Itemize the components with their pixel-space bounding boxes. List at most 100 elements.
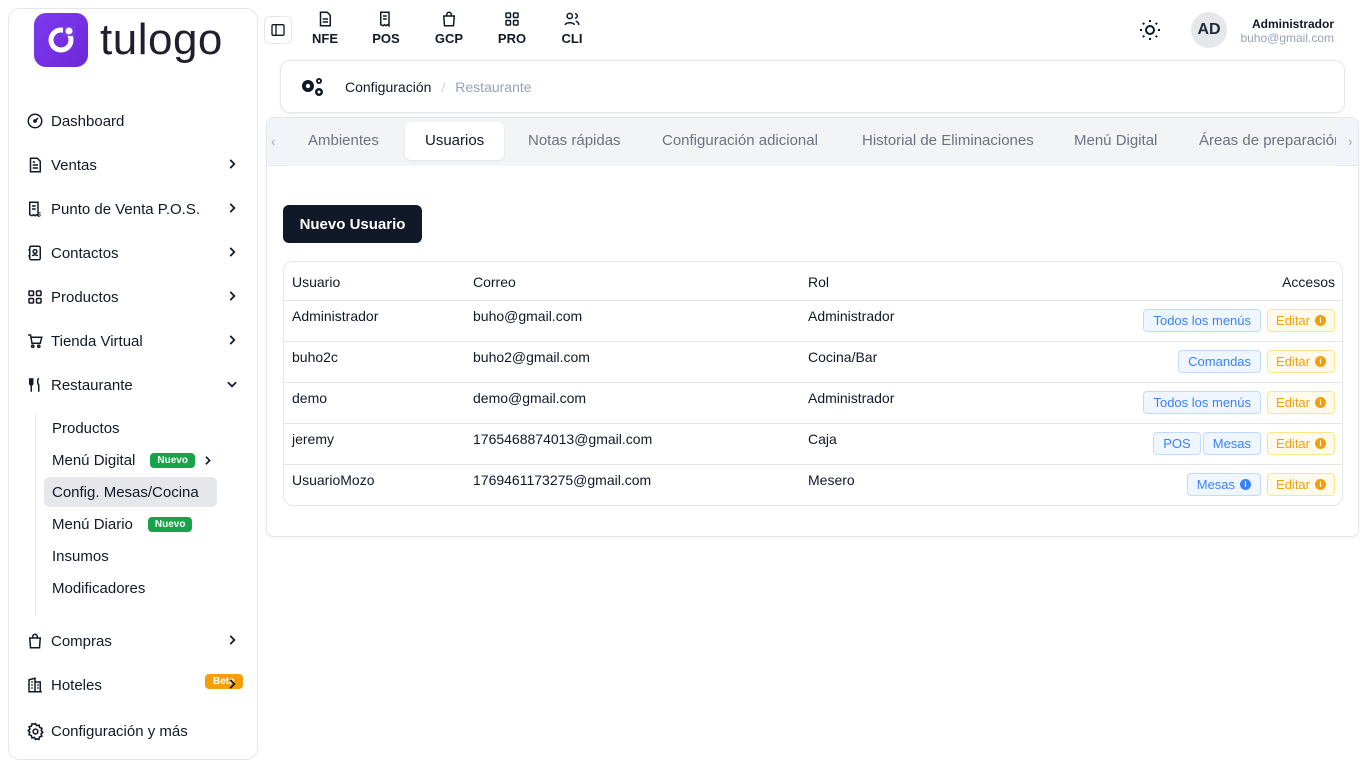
cell-accesos: Todos los menús Editar i xyxy=(1143,309,1335,332)
cell-correo: 1765468874013@gmail.com xyxy=(473,431,653,447)
submenu-item-config-mesas[interactable]: Config. Mesas/Cocina xyxy=(44,477,217,507)
receipt-icon xyxy=(380,11,390,28)
sidebar-item-ventas[interactable]: Ventas xyxy=(25,147,249,183)
sun-icon xyxy=(1140,20,1160,40)
sidebar-item-compras[interactable]: Compras xyxy=(25,623,249,659)
tab-scroll-right-icon[interactable]: › xyxy=(1348,134,1352,149)
tab-scroll-left-icon[interactable]: ‹ xyxy=(271,134,275,149)
submenu-item-label: Insumos xyxy=(52,547,109,565)
access-pill[interactable]: Comandas xyxy=(1178,350,1262,373)
access-pill[interactable]: Todos los menús xyxy=(1143,391,1262,414)
cell-accesos: POS Mesas Editar i xyxy=(1153,432,1335,455)
table-row: jeremy 1765468874013@gmail.com Caja POS … xyxy=(284,423,1342,464)
users-table: Usuario Correo Rol Accesos Administrador… xyxy=(283,261,1343,506)
sidebar-item-label: Dashboard xyxy=(51,112,125,130)
file-icon xyxy=(319,11,331,27)
cell-accesos: Comandas Editar i xyxy=(1178,350,1335,373)
info-icon: i xyxy=(1315,397,1326,408)
access-pill[interactable]: Todos los menús xyxy=(1143,309,1262,332)
info-icon: i xyxy=(1240,479,1252,490)
cart-icon xyxy=(25,331,45,351)
sidebar-item-tienda-virtual[interactable]: Tienda Virtual xyxy=(25,323,249,359)
theme-toggle-button[interactable] xyxy=(1138,18,1162,42)
submenu-item-menu-diario[interactable]: Menú Diario Nuevo xyxy=(44,509,193,539)
chevron-right-icon xyxy=(225,289,239,303)
cell-correo: buho2@gmail.com xyxy=(473,349,590,365)
edit-button[interactable]: Editar i xyxy=(1267,391,1335,414)
tab-areas-preparacion[interactable]: Áreas de preparación xyxy=(1179,122,1336,160)
topnav-pro[interactable]: PRO xyxy=(490,10,534,46)
info-icon: i xyxy=(1315,438,1326,449)
table-row: buho2c buho2@gmail.com Cocina/Bar Comand… xyxy=(284,341,1342,382)
gears-icon xyxy=(299,76,325,98)
sidebar-item-label: Compras xyxy=(51,632,112,650)
tab-ambientes[interactable]: Ambientes xyxy=(288,122,399,160)
topnav-nfe[interactable]: NFE xyxy=(303,10,347,46)
sidebar-item-restaurante[interactable]: Restaurante xyxy=(25,367,249,403)
sidebar-toggle-button[interactable] xyxy=(264,16,292,44)
logo-icon xyxy=(34,13,88,67)
sidebar-item-hoteles[interactable]: Hoteles Beta xyxy=(25,667,249,703)
cell-usuario: Administrador xyxy=(292,308,379,324)
cell-rol: Administrador xyxy=(808,308,895,324)
cell-rol: Cocina/Bar xyxy=(808,349,878,365)
topnav-pos[interactable]: POS xyxy=(364,10,408,46)
sidebar-item-productos[interactable]: Productos xyxy=(25,279,249,315)
breadcrumb-parent[interactable]: Configuración xyxy=(345,79,431,95)
column-header-rol: Rol xyxy=(808,274,830,290)
edit-button[interactable]: Editar i xyxy=(1267,473,1335,496)
brand-logo[interactable]: tulogo xyxy=(34,13,223,67)
cell-usuario: UsuarioMozo xyxy=(292,472,375,488)
bag-icon xyxy=(442,11,456,27)
edit-label: Editar xyxy=(1276,395,1310,410)
edit-button[interactable]: Editar i xyxy=(1267,309,1335,332)
building-icon xyxy=(25,675,45,695)
sidebar-item-label: Punto de Venta P.O.S. xyxy=(51,200,201,218)
sidebar-item-configuracion[interactable]: Configuración y más xyxy=(25,713,249,749)
sidebar-item-label: Ventas xyxy=(51,156,97,174)
access-pill[interactable]: Mesas xyxy=(1202,432,1262,455)
column-header-accesos: Accesos xyxy=(1282,274,1335,290)
info-icon: i xyxy=(1315,315,1326,326)
cell-correo: 1769461173275@gmail.com xyxy=(473,472,652,488)
tab-configuracion-adicional[interactable]: Configuración adicional xyxy=(642,122,838,160)
new-user-button[interactable]: Nuevo Usuario xyxy=(283,205,422,243)
sidebar-item-label: Restaurante xyxy=(51,376,133,394)
user-name: Administrador xyxy=(1251,17,1334,31)
edit-button[interactable]: Editar i xyxy=(1267,432,1335,455)
grid-icon xyxy=(505,12,519,26)
tab-bar: ‹ Ambientes Usuarios Notas rápidas Confi… xyxy=(267,118,1358,166)
access-pill[interactable]: Mesas i xyxy=(1186,473,1262,496)
sidebar-item-pos[interactable]: $ Punto de Venta P.O.S. xyxy=(25,191,249,227)
avatar[interactable]: AD xyxy=(1191,12,1227,48)
chevron-right-icon xyxy=(225,245,239,259)
edit-label: Editar xyxy=(1276,354,1310,369)
tab-menu-digital[interactable]: Menú Digital xyxy=(1054,122,1177,160)
topnav-gcp[interactable]: GCP xyxy=(427,10,471,46)
chevron-down-icon xyxy=(225,377,239,391)
users-icon xyxy=(564,12,580,26)
edit-button[interactable]: Editar i xyxy=(1267,350,1335,373)
topnav-label: NFE xyxy=(312,31,338,46)
sidebar-toggle-icon xyxy=(271,24,285,36)
sidebar-item-label: Productos xyxy=(51,288,119,306)
edit-label: Editar xyxy=(1276,477,1310,492)
topnav-cli[interactable]: CLI xyxy=(550,10,594,46)
access-pill[interactable]: POS xyxy=(1153,432,1201,455)
submenu-item-menu-digital[interactable]: Menú Digital Nuevo xyxy=(44,445,214,475)
gear-icon xyxy=(25,721,45,741)
tab-notas-rapidas[interactable]: Notas rápidas xyxy=(508,122,641,160)
submenu-item-modificadores[interactable]: Modificadores xyxy=(44,573,145,603)
tab-usuarios[interactable]: Usuarios xyxy=(405,122,505,160)
submenu-item-productos[interactable]: Productos xyxy=(44,413,120,443)
submenu-line xyxy=(35,414,36,616)
chevron-right-icon xyxy=(201,454,214,467)
topnav-label: POS xyxy=(372,31,400,46)
sidebar-item-dashboard[interactable]: Dashboard xyxy=(25,103,249,139)
cell-usuario: jeremy xyxy=(292,431,335,447)
cell-usuario: buho2c xyxy=(292,349,338,365)
submenu-item-insumos[interactable]: Insumos xyxy=(44,541,109,571)
sidebar-item-contactos[interactable]: Contactos xyxy=(25,235,249,271)
main-card: ‹ Ambientes Usuarios Notas rápidas Confi… xyxy=(266,117,1359,537)
tab-historial-eliminaciones[interactable]: Historial de Eliminaciones xyxy=(842,122,1054,160)
